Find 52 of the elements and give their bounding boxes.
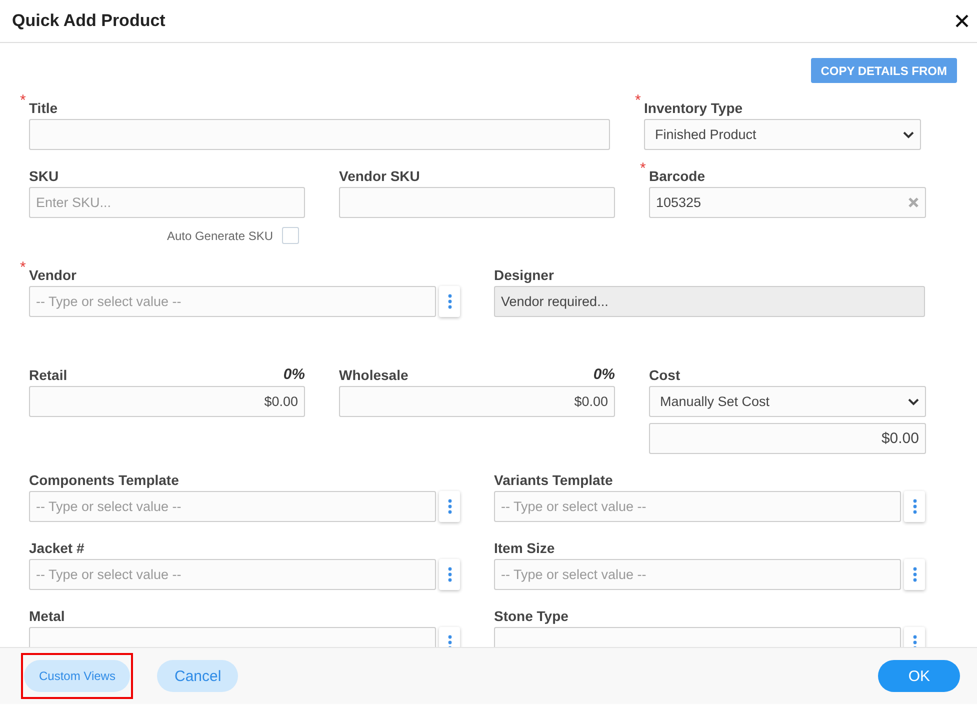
- field-label: Inventory Type: [644, 100, 743, 116]
- field-label: Designer: [494, 267, 554, 283]
- checkbox[interactable]: [282, 227, 299, 244]
- required-asterisk: *: [20, 259, 26, 276]
- copy-details-button[interactable]: COPY DETAILS FROM: [810, 58, 957, 83]
- price-field[interactable]: $0.00: [649, 423, 926, 454]
- field-label: Vendor: [29, 267, 76, 283]
- select-field[interactable]: Finished Product: [644, 119, 921, 150]
- field-label: Metal: [29, 608, 65, 624]
- field-label: SKU: [29, 168, 59, 184]
- lookup-field[interactable]: -- Type or select value --: [29, 559, 436, 590]
- footer-button[interactable]: Cancel: [157, 660, 238, 692]
- more-options-icon[interactable]: [904, 559, 925, 590]
- footer-button[interactable]: OK: [878, 660, 960, 692]
- text-field[interactable]: [339, 187, 615, 218]
- field-label: Variants Template: [494, 472, 613, 488]
- required-asterisk: *: [640, 160, 646, 177]
- text-field[interactable]: Enter SKU...: [29, 187, 305, 218]
- more-options-icon[interactable]: [904, 491, 925, 522]
- text-field[interactable]: 105325: [649, 187, 926, 218]
- lookup-field[interactable]: -- Type or select value --: [29, 286, 436, 317]
- field-label: Components Template: [29, 472, 179, 488]
- caret-icon: [908, 398, 919, 406]
- select-field[interactable]: Manually Set Cost: [649, 386, 926, 417]
- close-icon[interactable]: [955, 14, 969, 28]
- field-label: Cost: [649, 367, 680, 383]
- checkbox-label: Auto Generate SKU: [166, 228, 273, 242]
- lookup-field[interactable]: -- Type or select value --: [494, 491, 901, 522]
- more-options-icon[interactable]: [439, 286, 460, 317]
- field-label: Barcode: [649, 168, 706, 184]
- footer-button[interactable]: Custom Views: [24, 660, 130, 692]
- more-options-icon[interactable]: [439, 559, 460, 590]
- field-label: Stone Type: [494, 608, 568, 624]
- price-field[interactable]: $0.00: [29, 386, 305, 417]
- caret-icon: [903, 130, 914, 138]
- field-label: Retail: [29, 367, 68, 383]
- required-asterisk: *: [20, 92, 26, 109]
- required-asterisk: *: [635, 92, 641, 109]
- field-label: Title: [29, 100, 58, 116]
- lookup-field[interactable]: -- Type or select value --: [494, 559, 901, 590]
- field-label: Item Size: [494, 540, 555, 556]
- more-options-icon[interactable]: [439, 491, 460, 522]
- clear-icon[interactable]: [908, 197, 919, 208]
- margin-percent: 0%: [593, 366, 615, 383]
- field-label: Wholesale: [339, 367, 408, 383]
- lookup-field[interactable]: -- Type or select value --: [29, 491, 436, 522]
- dialog-title: Quick Add Product: [12, 11, 166, 31]
- text-field[interactable]: [29, 119, 610, 150]
- field-label: Vendor SKU: [339, 168, 420, 184]
- price-field[interactable]: $0.00: [339, 386, 615, 417]
- field-label: Jacket #: [29, 540, 84, 556]
- margin-percent: 0%: [283, 366, 305, 383]
